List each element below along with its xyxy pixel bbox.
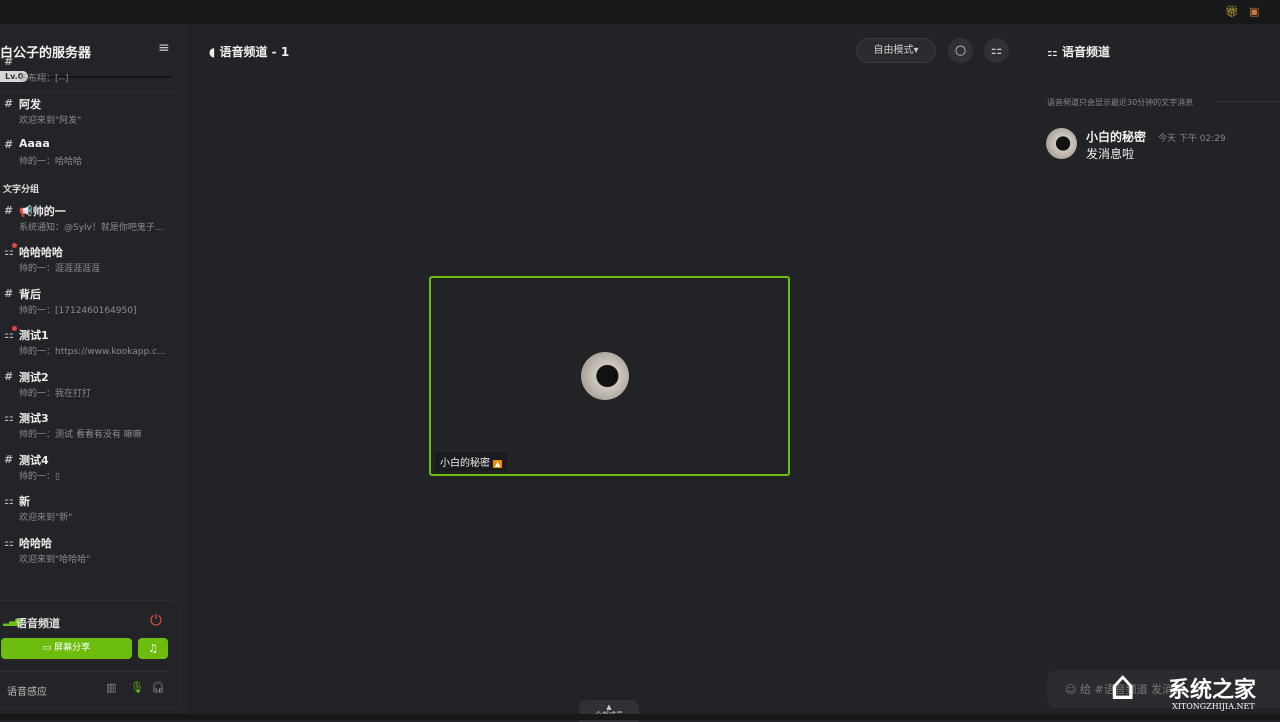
- voice-channel-icon: ⚏: [4, 535, 14, 549]
- avatar: [581, 352, 629, 400]
- screen-share-button[interactable]: ▭ 屏幕分享: [1, 638, 132, 659]
- text-channel-icon: #: [4, 452, 14, 466]
- badge-icon: ▲: [493, 460, 503, 468]
- channel-last-message: 布布翔：[--]: [19, 74, 69, 84]
- soundboard-icon[interactable]: ▥: [106, 681, 116, 694]
- channel-name: 测试2: [19, 370, 49, 384]
- watermark-logo: ⌂ 系统之家 XITONGZHIJIA.NET: [1110, 664, 1280, 720]
- channel-name: 哈哈哈哈: [19, 246, 63, 259]
- participant-name: 小白的秘密 ▲: [435, 452, 508, 471]
- channel-item[interactable]: # Aaaa 帅的一：哈哈哈: [0, 133, 190, 175]
- channel-name: 哈哈哈: [19, 536, 52, 550]
- channel-item[interactable]: ⚏ 测试3 帅的一：测试 看看有没有 嘛嘛: [0, 406, 190, 448]
- caret-down-icon: ▾: [913, 45, 919, 56]
- channel-last-message: 帅的一：我在打打: [19, 388, 92, 399]
- message-user[interactable]: 小白的秘密: [1086, 128, 1146, 145]
- participant-name-text: 小白的秘密: [440, 458, 490, 469]
- channel-last-message: 欢迎来到"哈哈哈": [19, 554, 91, 565]
- channel-last-message: 欢迎来到"阿发": [19, 115, 82, 126]
- channel-item[interactable]: ⚏ 哈哈哈哈 帅的一：涯涯涯涯涯: [0, 240, 190, 282]
- text-channel-icon: #: [4, 286, 14, 300]
- text-channel-icon: #: [4, 369, 14, 383]
- channel-item[interactable]: # 📢帅的一系统通知：@Sylv！就是你吧鬼子...: [0, 199, 190, 241]
- shop-icon[interactable]: ▣: [1249, 5, 1259, 18]
- voice-main: ◖ 语音频道 - 1 自由模式▾ ○ ⚏ 小白的秘密▲ ▲全部成员: [191, 24, 1026, 722]
- channel-item[interactable]: # 测试2 帅的一：我在打打: [0, 365, 190, 407]
- chat-notice: 语音频道只会显示最近30分钟的文字消息: [1047, 98, 1194, 107]
- search-button[interactable]: ○: [948, 38, 973, 63]
- channel-name: 新: [19, 495, 30, 508]
- channel-item[interactable]: # 背后帅的一：[1712460164950]: [0, 282, 190, 324]
- channel-item[interactable]: ⚏ 哈哈哈欢迎来到"哈哈哈": [0, 531, 190, 573]
- channel-name: 测试1: [19, 329, 49, 342]
- channel-name: 测试4: [19, 453, 49, 467]
- text-channel-icon: #: [4, 203, 14, 217]
- screen-share-label: 屏幕分享: [54, 643, 91, 653]
- voice-channel-name: 语音频道: [16, 617, 60, 630]
- channel-item[interactable]: # 布布翔：[--]: [0, 50, 190, 92]
- voice-channel-icon: ⚏: [4, 411, 14, 424]
- gift-icon[interactable]: 🎁︎: [1225, 5, 1239, 18]
- chat-panel: ⚏ 语音频道 语音频道只会显示最近30分钟的文字消息 小白的秘密 今天 下午 0…: [1026, 24, 1280, 720]
- channel-last-message: 帅的一：[1712460164950]: [19, 305, 137, 316]
- bottom-bar: [0, 714, 1280, 720]
- channel-list: # 布布翔：[--] # 阿发欢迎来到"阿发" # Aaaa 帅的一：哈哈哈文字分组 # 📢帅的…: [0, 55, 190, 573]
- divider: [1215, 101, 1280, 102]
- channel-last-message: 帅的一：测试 看看有没有 嘛嘛: [19, 430, 142, 440]
- monitor-icon: ▭: [42, 643, 55, 653]
- watermark-url: XITONGZHIJIA.NET: [1172, 702, 1255, 711]
- search-icon: ○: [954, 43, 967, 58]
- voice-channel-icon: ⚏: [1047, 45, 1062, 59]
- channel-title-text: 语音频道 - 1: [219, 45, 290, 59]
- channel-name: Aaaa: [19, 137, 50, 150]
- unread-dot: [12, 326, 17, 331]
- text-channel-icon: #: [4, 138, 14, 151]
- channel-item[interactable]: ⚏ 新欢迎来到"新": [0, 489, 190, 531]
- channel-name: 阿发: [19, 97, 41, 111]
- channel-last-message: 帅的一：哈哈哈: [19, 157, 83, 167]
- channel-last-message: 欢迎来到"新": [19, 513, 73, 523]
- unread-dot: [12, 243, 17, 248]
- top-bar: 🎁︎ ▣: [0, 0, 1280, 24]
- voice-channel-icon: ⚏: [990, 43, 1003, 58]
- channel-last-message: 帅的一：▯: [19, 471, 60, 482]
- caret-up-icon: ▲: [606, 703, 612, 711]
- headphones-icon[interactable]: 🎧︎: [151, 681, 165, 694]
- music-button[interactable]: ♫: [138, 638, 168, 659]
- voice-channel-icon: ⚏: [4, 494, 14, 507]
- speaker-icon: ◖: [209, 45, 220, 59]
- watermark-title: 系统之家: [1168, 678, 1257, 703]
- microphone-icon[interactable]: 🎙︎: [130, 681, 144, 694]
- text-channel-icon: #: [4, 55, 14, 68]
- channel-item[interactable]: # 阿发欢迎来到"阿发": [0, 92, 190, 134]
- emoji-icon[interactable]: ☺: [1065, 683, 1080, 696]
- divider: [0, 671, 170, 672]
- channel-name: 测试3: [19, 412, 49, 425]
- channel-last-message: 帅的一：https://www.kookapp.c...: [19, 347, 166, 357]
- channel-name: 背后: [19, 287, 41, 301]
- participant-tile[interactable]: 小白的秘密 ▲: [429, 276, 790, 476]
- mode-label: 自由模式: [873, 45, 914, 56]
- chat-title: ⚏ 语音频道: [1047, 43, 1110, 60]
- channel-name: 📢帅的一: [19, 204, 66, 218]
- channel-item[interactable]: ⚏ 测试1 帅的一：https://www.kookapp.c...: [0, 323, 190, 365]
- message-time: 今天 下午 02:29: [1158, 134, 1226, 144]
- chat-title-text: 语音频道: [1061, 45, 1110, 59]
- channel-group[interactable]: 文字分组: [0, 175, 190, 199]
- channel-sidebar: 白公子的服务器 ≡ Lv.0 # 布布翔：[--] # 阿发 欢迎来到"阿发" # Aaaa…: [0, 24, 190, 714]
- message-text: 发消息啦: [1086, 147, 1135, 161]
- channel-last-message: 系统通知：@Sylv！就是你吧鬼子...: [19, 222, 164, 233]
- voice-panel: ▂▄▆ 语音频道 ⏻ ▭ 屏幕分享 ♫ 语音感应 ▥ 🎙︎ 🎧︎: [0, 600, 181, 708]
- channel-settings-button[interactable]: ⚏: [984, 38, 1009, 63]
- channel-item[interactable]: # 测试4 帅的一：▯: [0, 448, 190, 490]
- channel-title: ◖ 语音频道 - 1: [209, 43, 289, 60]
- disconnect-icon[interactable]: ⏻: [150, 611, 162, 629]
- house-logo-icon: ⌂: [1110, 663, 1136, 709]
- text-channel-icon: #: [4, 96, 14, 110]
- music-icon: ♫: [148, 642, 158, 655]
- voice-sense-label[interactable]: 语音感应: [7, 683, 47, 698]
- mode-dropdown[interactable]: 自由模式▾: [856, 38, 936, 63]
- channel-last-message: 帅的一：涯涯涯涯涯: [19, 264, 101, 274]
- avatar[interactable]: [1046, 128, 1077, 159]
